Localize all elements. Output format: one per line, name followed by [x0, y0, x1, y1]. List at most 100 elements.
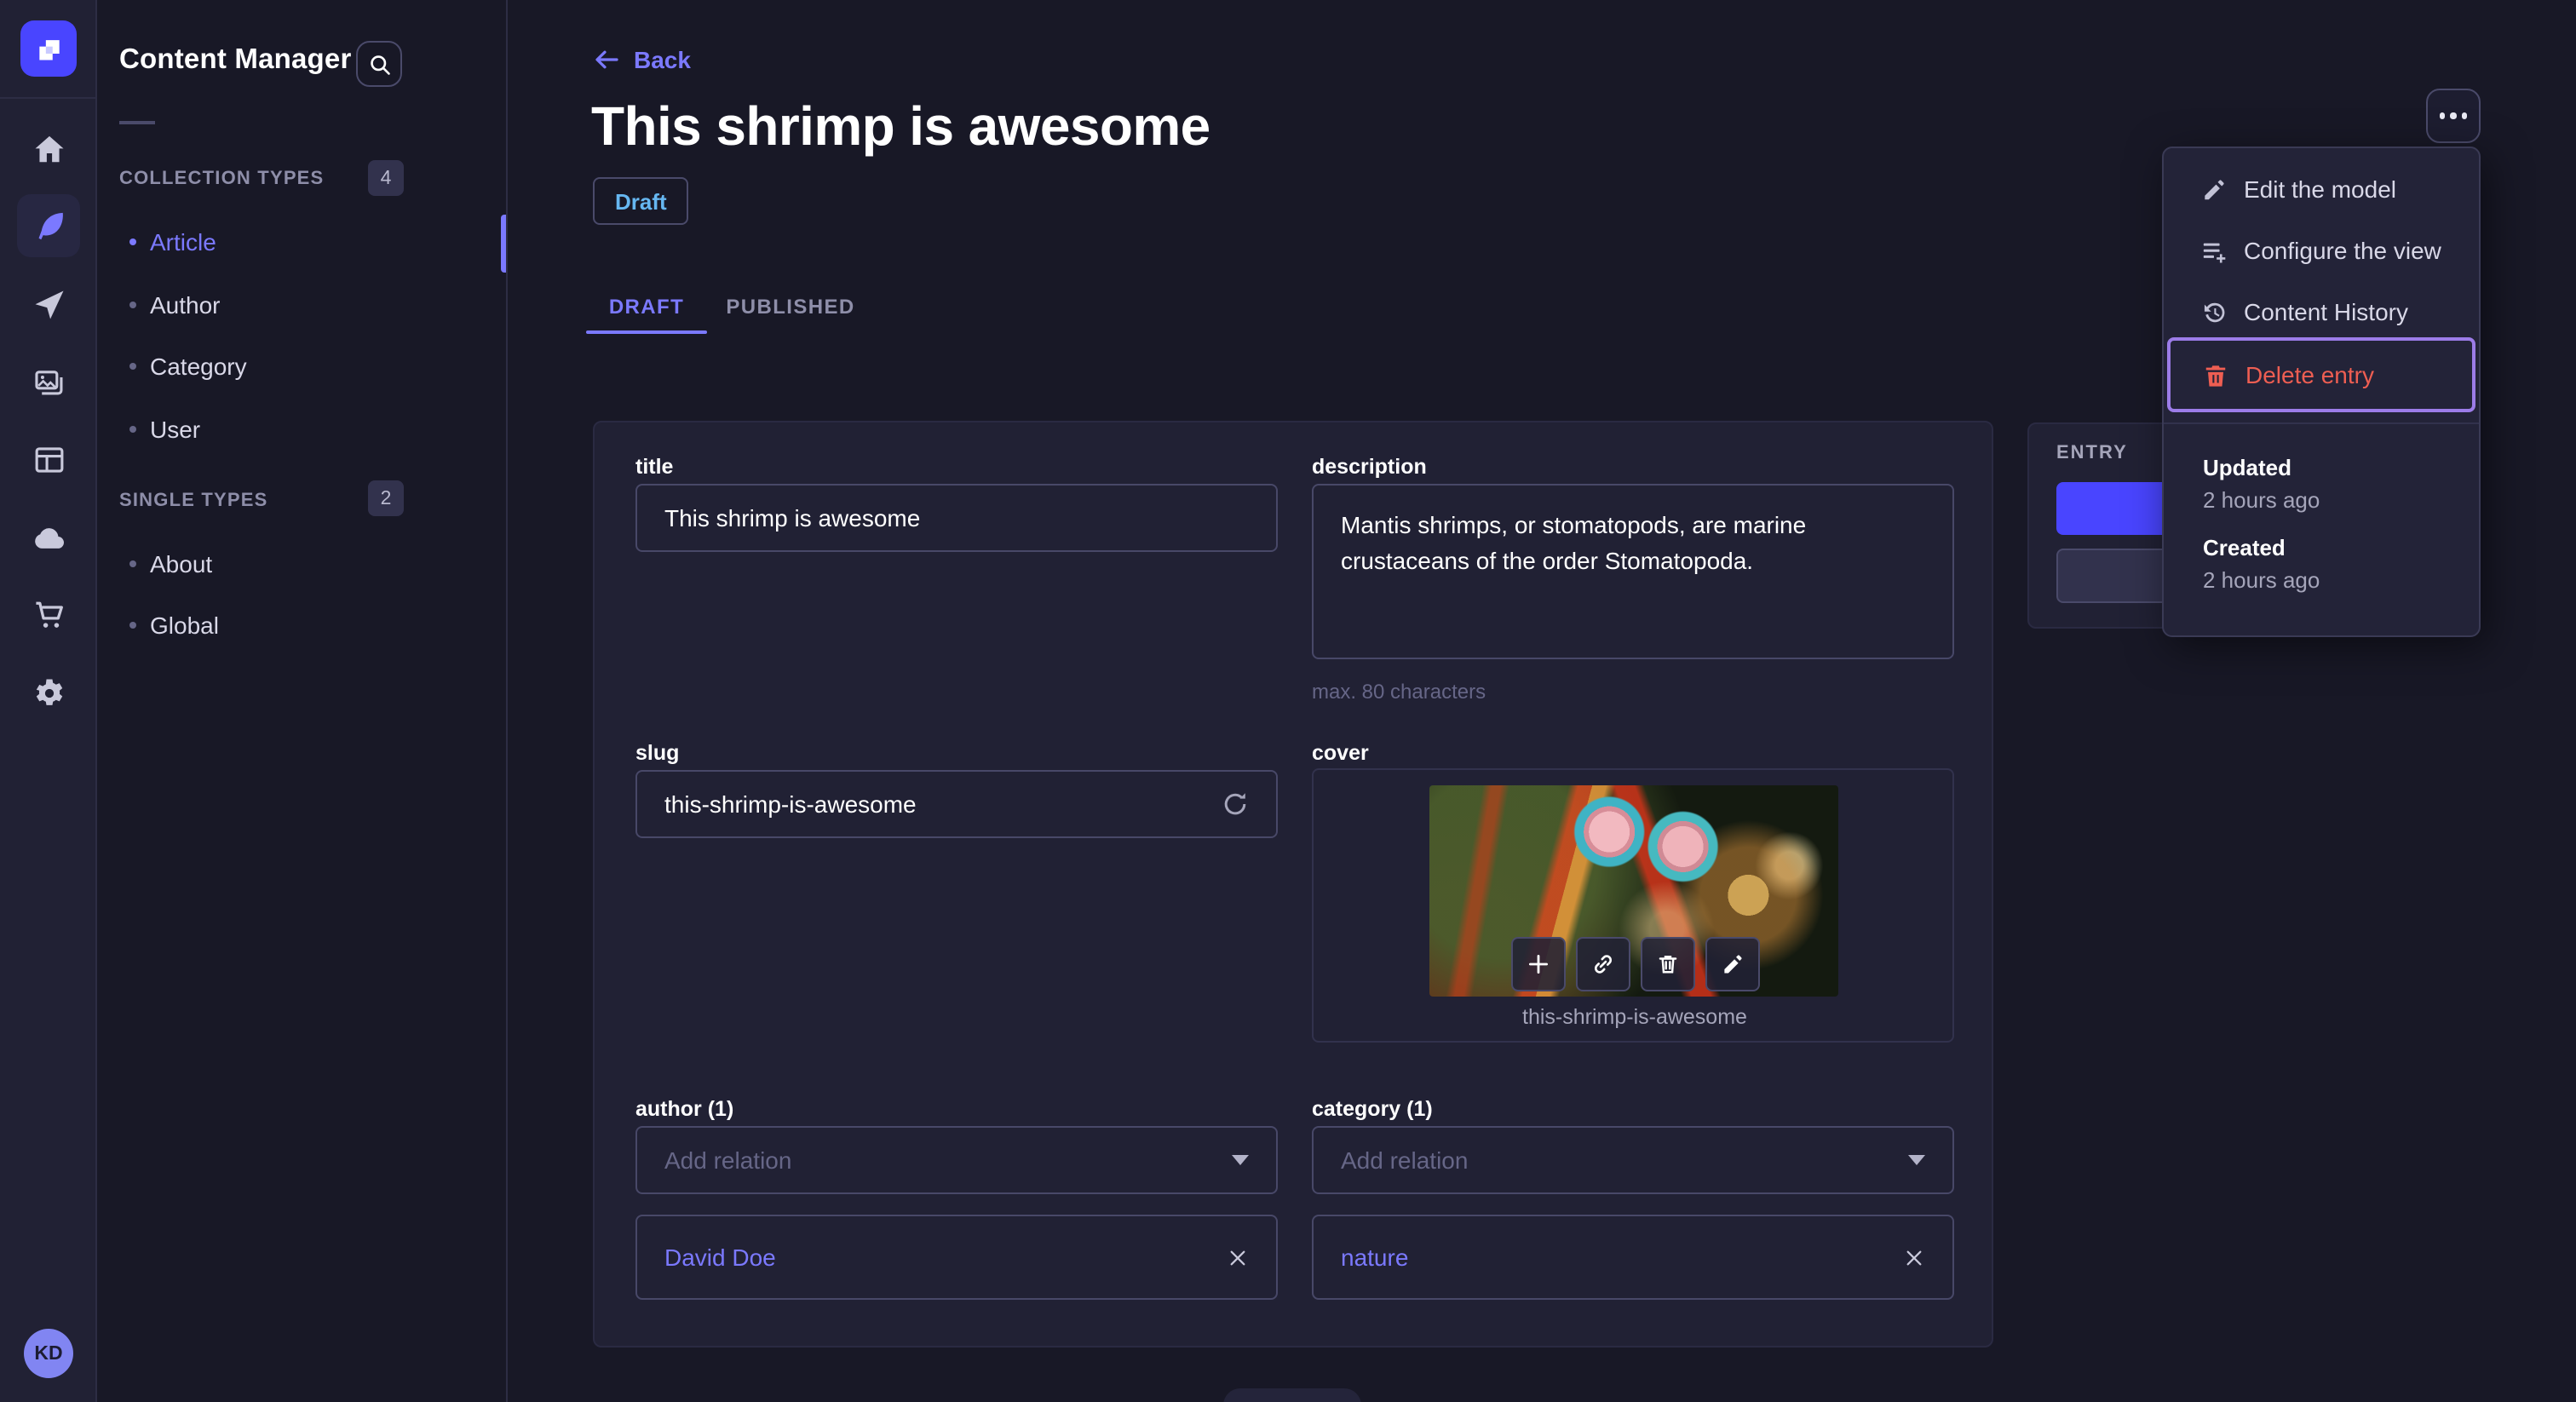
cover-caption: this-shrimp-is-awesome — [1522, 1005, 1747, 1029]
search-button[interactable] — [356, 41, 402, 87]
media-library-icon — [34, 371, 62, 395]
chevron-down-icon — [1908, 1155, 1925, 1165]
dot — [2439, 112, 2446, 119]
sidebar-item-label: About — [150, 550, 213, 577]
strapi-logo-mark — [38, 39, 59, 60]
cover-field: this-shrimp-is-awesome — [1312, 768, 1954, 1043]
section-label-collection-types: COLLECTION TYPES — [119, 169, 325, 189]
delete-asset-button[interactable] — [1640, 937, 1694, 991]
status-badge: Draft — [593, 177, 689, 225]
sidebar-item-author[interactable]: Author — [97, 274, 506, 336]
field-label-description: description — [1312, 455, 1427, 479]
dot — [2450, 112, 2457, 119]
nav-settings-button[interactable] — [0, 669, 97, 717]
section-label-single-types: SINGLE TYPES — [119, 491, 268, 511]
floating-dock — [1223, 1388, 1361, 1402]
title-input-value: This shrimp is awesome — [664, 504, 921, 531]
sidebar-item-global[interactable]: Global — [97, 595, 506, 656]
history-clock-icon — [2204, 302, 2225, 322]
bullet-icon — [129, 426, 136, 433]
menu-divider — [2164, 422, 2479, 424]
description-value: Mantis shrimps, or stomatopods, are mari… — [1341, 511, 1807, 574]
menu-item-content-history[interactable]: Content History — [2165, 281, 2477, 342]
dot — [2461, 112, 2468, 119]
nav-home-button[interactable] — [0, 126, 97, 174]
page-title: This shrimp is awesome — [591, 95, 1210, 157]
nav-content-manager-button[interactable] — [0, 203, 97, 250]
slug-input[interactable]: this-shrimp-is-awesome — [635, 770, 1278, 838]
sidebar-item-label: Article — [150, 228, 216, 256]
tab-published[interactable]: PUBLISHED — [726, 283, 854, 330]
meta-updated-label: Updated — [2203, 455, 2291, 480]
field-label-cover: cover — [1312, 741, 1369, 765]
meta-created-label: Created — [2203, 535, 2286, 560]
field-label-author: author (1) — [635, 1097, 734, 1121]
main-nav-rail: KD — [0, 0, 97, 1402]
add-asset-button[interactable] — [1510, 937, 1565, 991]
shopping-cart-icon — [35, 601, 62, 628]
nav-content-type-builder-button[interactable] — [0, 436, 97, 484]
more-actions-menu: Edit the model Configure the view Conten… — [2162, 147, 2481, 637]
relation-link[interactable]: David Doe — [664, 1244, 776, 1271]
field-label-slug: slug — [635, 741, 680, 765]
trash-icon — [1658, 956, 1676, 974]
remove-relation-icon[interactable] — [1227, 1246, 1249, 1268]
configure-list-icon — [2203, 242, 2226, 262]
menu-item-label: Delete entry — [2245, 361, 2374, 388]
tab-label: PUBLISHED — [726, 295, 855, 319]
relation-link[interactable]: nature — [1341, 1244, 1408, 1271]
category-relation-select[interactable]: Add relation — [1312, 1126, 1954, 1194]
menu-item-label: Content History — [2244, 298, 2408, 325]
copy-link-button[interactable] — [1575, 937, 1630, 991]
menu-item-label: Configure the view — [2244, 237, 2441, 264]
sidebar-item-label: Author — [150, 291, 221, 319]
menu-item-delete-entry[interactable]: Delete entry — [2167, 337, 2475, 412]
layout-icon — [34, 447, 63, 473]
menu-item-edit-model[interactable]: Edit the model — [2165, 158, 2477, 220]
title-input[interactable]: This shrimp is awesome — [635, 484, 1278, 552]
description-helper: max. 80 characters — [1312, 680, 1486, 704]
select-placeholder: Add relation — [1341, 1146, 1469, 1174]
more-actions-button[interactable] — [2426, 89, 2481, 143]
sidebar-item-user[interactable]: User — [97, 399, 506, 460]
strapi-admin-app: KD Content Manager COLLECTION TYPES 4 Ar… — [0, 0, 2576, 1402]
user-avatar[interactable]: KD — [24, 1329, 73, 1378]
sidebar-item-label: User — [150, 416, 201, 443]
slug-input-value: this-shrimp-is-awesome — [664, 790, 917, 818]
plus-icon — [1527, 954, 1548, 974]
bullet-icon — [129, 302, 136, 308]
nav-media-library-button[interactable] — [0, 359, 97, 407]
single-types-count-badge: 2 — [368, 480, 404, 516]
entry-panel-label: ENTRY — [2056, 443, 2128, 463]
remove-relation-icon[interactable] — [1903, 1246, 1925, 1268]
menu-item-configure-view[interactable]: Configure the view — [2165, 220, 2477, 281]
nav-deploy-button[interactable] — [0, 514, 97, 562]
edit-asset-button[interactable] — [1705, 937, 1759, 991]
author-relation-select[interactable]: Add relation — [635, 1126, 1278, 1194]
nav-marketplace-button[interactable] — [0, 591, 97, 639]
sidebar-item-about[interactable]: About — [97, 533, 506, 595]
pencil-icon — [2205, 179, 2224, 199]
feather-pen-icon — [37, 212, 62, 240]
tab-draft[interactable]: DRAFT — [586, 283, 707, 330]
collection-types-count-badge: 4 — [368, 160, 404, 196]
back-link[interactable]: Back — [593, 46, 691, 73]
category-relation-item: nature — [1312, 1215, 1954, 1300]
description-textarea[interactable]: Mantis shrimps, or stomatopods, are mari… — [1312, 484, 1954, 659]
sidebar-item-article[interactable]: Article — [97, 211, 506, 273]
regenerate-slug-icon[interactable] — [1222, 790, 1249, 818]
nav-release-button[interactable] — [0, 281, 97, 329]
sidebar-item-category[interactable]: Category — [97, 336, 506, 397]
avatar-initials: KD — [34, 1343, 63, 1364]
gear-icon — [35, 679, 62, 705]
nav-divider — [0, 97, 97, 99]
meta-updated-value: 2 hours ago — [2203, 487, 2320, 513]
arrow-left-icon — [595, 50, 618, 69]
tab-label: DRAFT — [608, 295, 685, 319]
menu-item-label: Edit the model — [2244, 175, 2396, 203]
sidebar-item-label: Global — [150, 612, 219, 639]
field-label-title: title — [635, 455, 674, 479]
strapi-logo[interactable] — [20, 20, 77, 77]
status-badge-label: Draft — [615, 188, 667, 214]
content-manager-subnav: Content Manager COLLECTION TYPES 4 Artic… — [97, 0, 508, 1402]
